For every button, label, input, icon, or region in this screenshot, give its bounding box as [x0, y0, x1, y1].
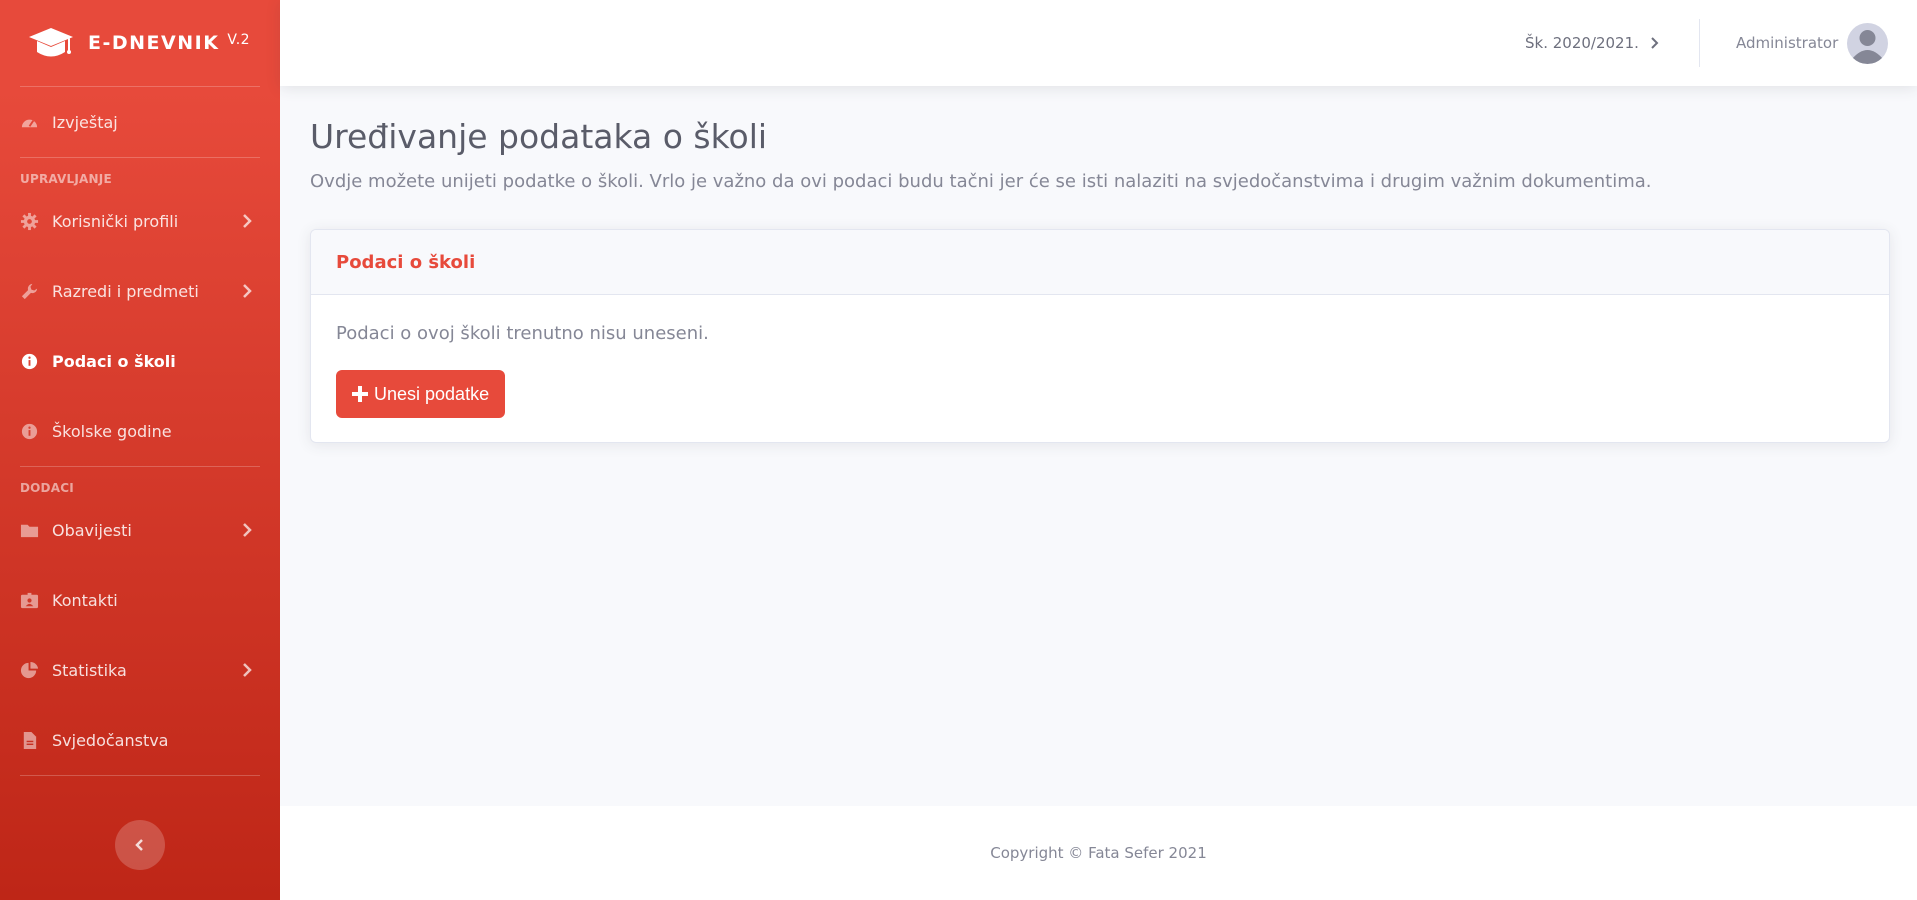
sidebar-divider	[20, 775, 260, 776]
sidebar-item-label: Podaci o školi	[52, 351, 176, 371]
add-data-button-label: Unesi podatke	[374, 383, 490, 404]
chevron-right-icon	[243, 523, 252, 537]
sidebar-item-label: Školske godine	[52, 421, 172, 441]
sidebar-item-label: Korisnički profili	[52, 211, 179, 231]
brand-name: E-DNEVNIK	[88, 32, 220, 54]
id-card-icon	[20, 591, 39, 610]
school-year-selector[interactable]: Šk. 2020/2021.	[1525, 0, 1659, 86]
sidebar-heading-dodaci: DODACI	[20, 481, 74, 495]
sidebar-item-svjedocanstva[interactable]: Svjedočanstva	[0, 705, 280, 775]
user-name: Administrator	[1736, 34, 1839, 52]
sidebar-toggle-button[interactable]	[115, 820, 165, 870]
sidebar-item-izvjestaj[interactable]: Izvještaj	[0, 87, 280, 157]
brand-link[interactable]: E-DNEVNIK V.2	[0, 0, 280, 86]
user-avatar-icon	[1847, 22, 1889, 64]
info-circle-icon	[20, 422, 39, 441]
plus-icon	[352, 386, 368, 402]
card-title: Podaci o školi	[336, 251, 476, 273]
graduation-cap-icon	[29, 28, 73, 57]
sidebar-item-obavijesti[interactable]: Obavijesti	[0, 495, 280, 565]
sidebar-item-podaci-o-skoli[interactable]: Podaci o školi	[0, 326, 280, 396]
school-year-label: Šk. 2020/2021.	[1525, 34, 1639, 52]
pie-chart-icon	[20, 661, 39, 680]
add-data-button[interactable]: Unesi podatke	[336, 370, 506, 418]
sidebar-item-korisnicki-profili[interactable]: Korisnički profili	[0, 186, 280, 256]
brand-version: V.2	[227, 32, 251, 48]
info-circle-icon	[20, 352, 39, 371]
copyright-text: Copyright © Fata Sefer 2021	[990, 844, 1207, 862]
tachometer-icon	[20, 113, 39, 132]
sidebar-item-statistika[interactable]: Statistika	[0, 635, 280, 705]
sidebar: E-DNEVNIK V.2 Izvještaj UPRAVLJANJE Kori…	[0, 0, 280, 900]
page-title: Uređivanje podataka o školi	[310, 117, 768, 156]
sidebar-item-label: Razredi i predmeti	[52, 281, 199, 301]
avatar	[1847, 22, 1889, 64]
wrench-icon	[20, 282, 39, 301]
sidebar-item-label: Kontakti	[52, 590, 118, 610]
chevron-right-icon	[243, 284, 252, 298]
topbar-divider	[1699, 19, 1700, 67]
chevron-right-icon	[243, 663, 252, 677]
sidebar-item-razredi-i-predmeti[interactable]: Razredi i predmeti	[0, 256, 280, 326]
chevron-right-icon	[1651, 37, 1659, 49]
card-message: Podaci o ovoj školi trenutno nisu unesen…	[336, 323, 709, 344]
sidebar-item-skolske-godine[interactable]: Školske godine	[0, 396, 280, 466]
chevron-right-icon	[243, 214, 252, 228]
sidebar-item-label: Izvještaj	[52, 112, 118, 132]
sidebar-item-label: Svjedočanstva	[52, 730, 169, 750]
school-data-card: Podaci o školi Podaci o ovoj školi trenu…	[310, 229, 1890, 443]
user-menu[interactable]: Administrator	[1736, 0, 1889, 86]
gear-icon	[20, 212, 39, 231]
sidebar-item-kontakti[interactable]: Kontakti	[0, 565, 280, 635]
folder-icon	[20, 521, 39, 540]
card-header: Podaci o školi	[311, 230, 1889, 295]
sidebar-item-label: Statistika	[52, 660, 127, 680]
page-description: Ovdje možete unijeti podatke o školi. Vr…	[310, 171, 1652, 192]
sidebar-heading-upravljanje: UPRAVLJANJE	[20, 172, 112, 186]
file-icon	[20, 731, 39, 750]
chevron-left-icon	[135, 839, 143, 851]
footer: Copyright © Fata Sefer 2021	[280, 806, 1917, 900]
topbar: Šk. 2020/2021. Administrator	[280, 0, 1917, 86]
sidebar-item-label: Obavijesti	[52, 520, 132, 540]
